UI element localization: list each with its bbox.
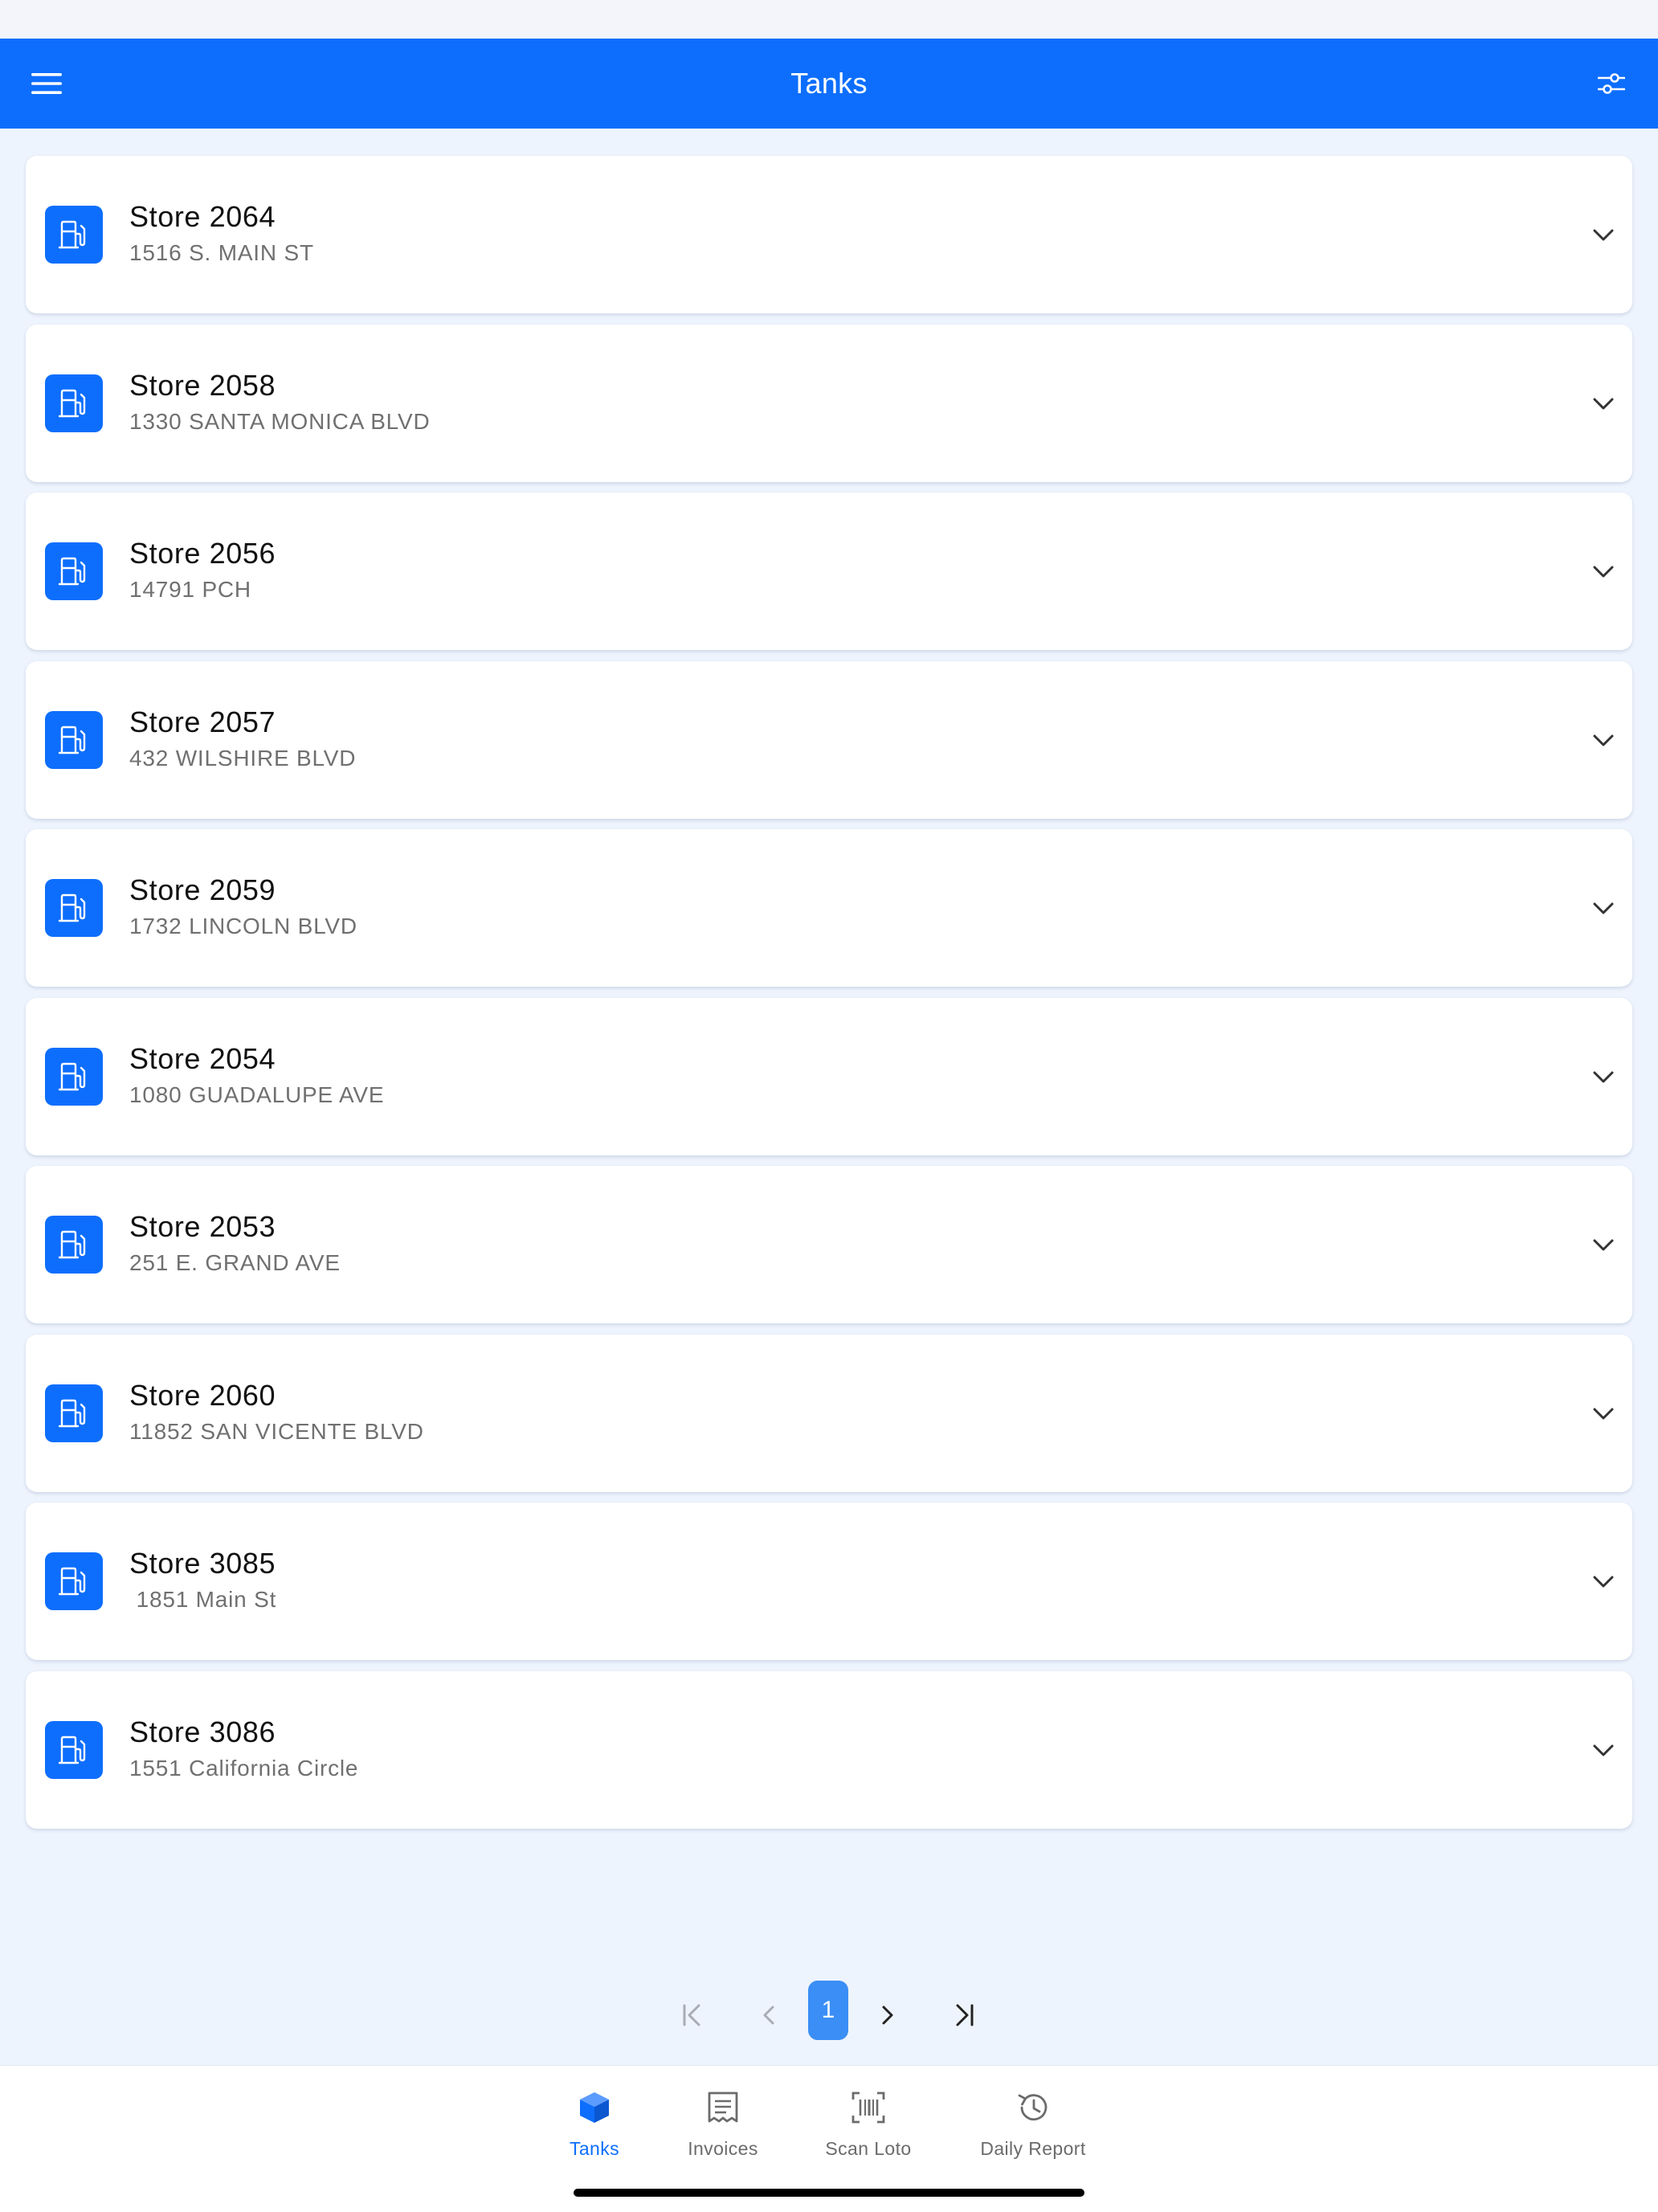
chevron-down-icon xyxy=(1593,1071,1614,1083)
sliders-icon xyxy=(1598,73,1625,94)
expand-button[interactable] xyxy=(1586,217,1621,252)
chevron-down-icon xyxy=(1593,229,1614,241)
store-address: 1330 SANTA MONICA BLVD xyxy=(129,409,431,434)
first-page-button[interactable] xyxy=(672,1991,713,2039)
store-name: Store 2057 xyxy=(129,705,276,738)
store-icon-badge xyxy=(45,1048,103,1106)
store-icon-badge xyxy=(45,1216,103,1274)
fuel-pump-icon xyxy=(58,557,86,586)
nav-label: Tanks xyxy=(569,2138,620,2159)
store-name: Store 2058 xyxy=(129,369,276,402)
chevron-left-icon xyxy=(763,2006,774,2025)
expand-button[interactable] xyxy=(1586,1564,1621,1599)
expand-button[interactable] xyxy=(1586,722,1621,758)
next-page-button[interactable] xyxy=(866,1991,908,2039)
expand-button[interactable] xyxy=(1586,386,1621,421)
status-bar xyxy=(0,0,1658,39)
fuel-pump-icon xyxy=(58,1399,86,1428)
store-address: 14791 PCH xyxy=(129,577,251,602)
store-icon-badge xyxy=(45,206,103,264)
barcode-scan-icon xyxy=(849,2088,888,2127)
store-card[interactable]: Store 2060 11852 SAN VICENTE BLVD xyxy=(26,1335,1632,1492)
store-card[interactable]: Store 3086 1551 California Circle xyxy=(26,1671,1632,1829)
cube-icon xyxy=(575,2088,614,2127)
receipt-icon xyxy=(704,2088,742,2127)
store-icon-badge xyxy=(45,1384,103,1442)
store-name: Store 2056 xyxy=(129,537,276,570)
fuel-pump-icon xyxy=(58,726,86,754)
expand-button[interactable] xyxy=(1586,1396,1621,1431)
fuel-pump-icon xyxy=(58,1567,86,1596)
store-name: Store 2060 xyxy=(129,1379,276,1412)
fuel-pump-icon xyxy=(58,1736,86,1764)
nav-label: Invoices xyxy=(688,2138,758,2159)
expand-button[interactable] xyxy=(1586,890,1621,926)
store-address: 1732 LINCOLN BLVD xyxy=(129,914,357,938)
expand-button[interactable] xyxy=(1586,1227,1621,1262)
store-card[interactable]: Store 2064 1516 S. MAIN ST xyxy=(26,156,1632,313)
filter-button[interactable] xyxy=(1592,64,1631,103)
chevron-down-icon xyxy=(1593,902,1614,914)
store-card[interactable]: Store 2054 1080 GUADALUPE AVE xyxy=(26,998,1632,1155)
fuel-pump-icon xyxy=(58,389,86,418)
expand-button[interactable] xyxy=(1586,554,1621,589)
first-page-icon xyxy=(683,2004,700,2026)
store-name: Store 2059 xyxy=(129,873,276,906)
nav-invoices[interactable]: Invoices xyxy=(675,2088,771,2169)
chevron-down-icon xyxy=(1593,398,1614,410)
page-title: Tanks xyxy=(790,67,868,100)
chevron-down-icon xyxy=(1593,1239,1614,1251)
fuel-pump-icon xyxy=(58,1062,86,1091)
store-icon-badge xyxy=(45,879,103,937)
chevron-down-icon xyxy=(1593,1744,1614,1756)
home-indicator xyxy=(574,2189,1084,2197)
nav-scan-loto[interactable]: Scan Loto xyxy=(811,2088,925,2169)
store-card[interactable]: Store 2058 1330 SANTA MONICA BLVD xyxy=(26,325,1632,482)
store-address: 1551 California Circle xyxy=(129,1756,359,1781)
store-icon-badge xyxy=(45,711,103,769)
nav-tanks[interactable]: Tanks xyxy=(554,2088,635,2169)
chevron-down-icon xyxy=(1593,566,1614,578)
previous-page-button[interactable] xyxy=(749,1991,790,2039)
store-address: 432 WILSHIRE BLVD xyxy=(129,746,357,771)
store-card[interactable]: Store 2056 14791 PCH xyxy=(26,493,1632,650)
store-name: Store 2054 xyxy=(129,1042,276,1075)
store-card[interactable]: Store 3085 1851 Main St xyxy=(26,1503,1632,1660)
store-address: 1851 Main St xyxy=(129,1587,277,1612)
store-name: Store 3086 xyxy=(129,1715,276,1748)
store-icon-badge xyxy=(45,1552,103,1610)
fuel-pump-icon xyxy=(58,1230,86,1259)
store-icon-badge xyxy=(45,542,103,600)
expand-button[interactable] xyxy=(1586,1059,1621,1094)
history-icon xyxy=(1014,2088,1052,2127)
store-card[interactable]: Store 2053 251 E. GRAND AVE xyxy=(26,1166,1632,1323)
store-card[interactable]: Store 2059 1732 LINCOLN BLVD xyxy=(26,829,1632,987)
store-name: Store 3085 xyxy=(129,1547,276,1580)
chevron-down-icon xyxy=(1593,1576,1614,1588)
store-card[interactable]: Store 2057 432 WILSHIRE BLVD xyxy=(26,661,1632,819)
chevron-down-icon xyxy=(1593,734,1614,746)
store-name: Store 2053 xyxy=(129,1210,276,1243)
store-icon-badge xyxy=(45,374,103,432)
store-address: 11852 SAN VICENTE BLVD xyxy=(129,1419,424,1444)
chevron-down-icon xyxy=(1593,1408,1614,1420)
chevron-right-icon xyxy=(882,2006,893,2025)
expand-button[interactable] xyxy=(1586,1732,1621,1768)
last-page-icon xyxy=(956,2004,974,2026)
nav-daily-report[interactable]: Daily Report xyxy=(970,2088,1096,2169)
app-bar: Tanks xyxy=(0,39,1658,129)
store-address: 251 E. GRAND AVE xyxy=(129,1250,341,1275)
nav-label: Daily Report xyxy=(980,2138,1086,2159)
current-page-button[interactable]: 1 xyxy=(808,1981,848,2040)
store-address: 1080 GUADALUPE AVE xyxy=(129,1082,385,1107)
fuel-pump-icon xyxy=(58,220,86,249)
last-page-button[interactable] xyxy=(943,1991,985,2039)
fuel-pump-icon xyxy=(58,893,86,922)
store-icon-badge xyxy=(45,1721,103,1779)
nav-label: Scan Loto xyxy=(825,2138,912,2159)
store-name: Store 2064 xyxy=(129,200,276,233)
store-address: 1516 S. MAIN ST xyxy=(129,240,314,265)
